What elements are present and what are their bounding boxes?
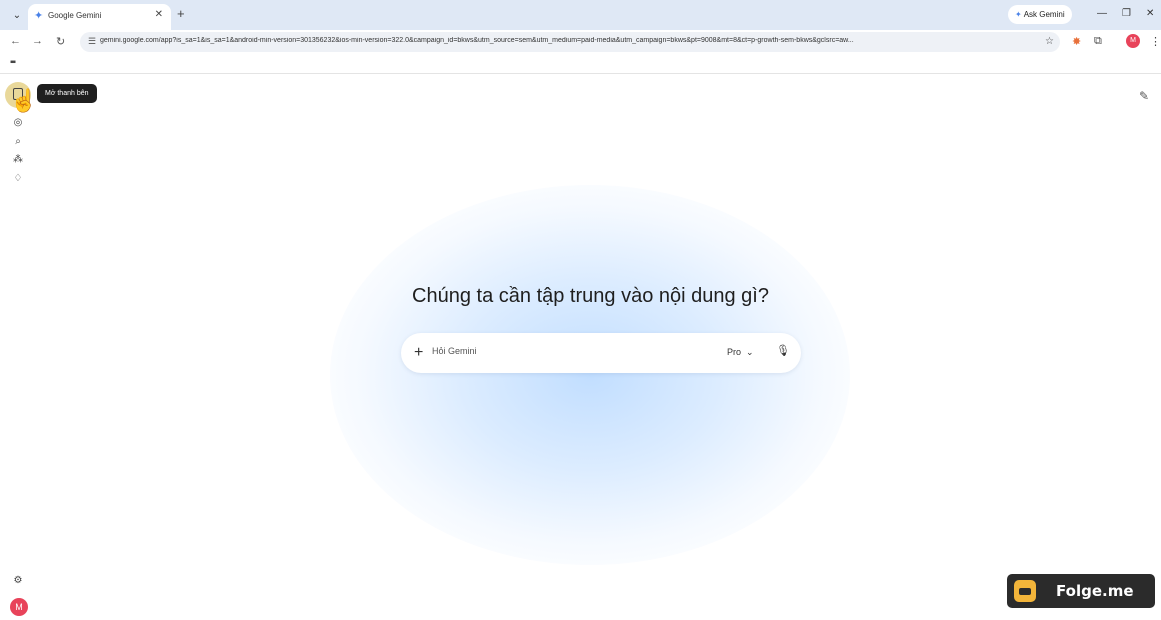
chevron-down-icon: ⌄ (746, 347, 754, 357)
new-chat-icon[interactable]: ◎ (10, 115, 26, 131)
url-text[interactable]: gemini.google.com/app?is_sa=1&is_sa=1&an… (100, 37, 1020, 44)
restore-icon[interactable]: ❐ (1122, 8, 1131, 19)
plus-icon[interactable]: + (414, 343, 423, 363)
sidebar-tooltip: Mở thanh bên (37, 84, 97, 103)
back-arrow-icon[interactable]: ← (10, 35, 21, 47)
ask-gemini-button[interactable]: ✦ Ask Gemini (1008, 5, 1072, 24)
ask-gemini-label: Ask Gemini (1023, 10, 1065, 19)
profile-avatar[interactable]: M (1126, 34, 1140, 48)
watermark-text: Folge.me (1056, 582, 1134, 600)
bookmark-star-icon[interactable]: ☆ (1045, 36, 1054, 47)
gemini-app: Mở thanh bên ☝ ◎ ⌕ ⁂ ♢ ✎ ⚙ M Chúng ta cầ… (0, 75, 1161, 620)
avatar[interactable]: M (10, 598, 28, 616)
prompt-box: + Pro ⌄ 🎙 (401, 333, 801, 373)
forward-arrow-icon[interactable]: → (32, 35, 43, 47)
folge-logo-icon (1014, 580, 1036, 602)
close-icon[interactable]: ✕ (155, 9, 163, 20)
diamond-icon[interactable]: ♢ (10, 171, 26, 187)
hand-cursor-icon: ☝ (10, 88, 38, 113)
address-bar[interactable]: ☰ gemini.google.com/app?is_sa=1&is_sa=1&… (80, 32, 1060, 52)
edit-pencil-icon[interactable]: ✎ (1139, 89, 1149, 103)
browser-menu-icon[interactable]: ⋮ (1150, 35, 1161, 48)
apps-grid-icon[interactable]: ▪▪ (10, 57, 16, 68)
browser-tab-strip: ⌄ ✦ Google Gemini ✕ + ✦ Ask Gemini — ❐ ✕ (0, 0, 1161, 30)
microphone-icon[interactable]: 🎙 (776, 344, 790, 357)
extension-icon[interactable]: ✸ (1072, 35, 1081, 48)
gems-grid-icon[interactable]: ⁂ (10, 152, 26, 168)
minimize-icon[interactable]: — (1097, 8, 1107, 19)
site-info-icon[interactable]: ☰ (88, 36, 96, 47)
search-icon[interactable]: ⌕ (10, 134, 26, 150)
reload-icon[interactable]: ↻ (56, 35, 65, 48)
model-label: Pro (727, 347, 742, 357)
chevron-down-icon[interactable]: ⌄ (8, 8, 26, 24)
background-glow (330, 185, 850, 565)
folge-watermark: Folge.me (1007, 574, 1155, 608)
model-selector[interactable]: Pro ⌄ (727, 347, 754, 358)
tab-google-gemini[interactable]: ✦ Google Gemini ✕ (28, 4, 171, 30)
page-title: Chúng ta cần tập trung vào nội dung gì? (412, 285, 769, 307)
browser-toolbar: ← → ↻ ☰ gemini.google.com/app?is_sa=1&is… (0, 30, 1161, 54)
settings-gear-icon[interactable]: ⚙ (10, 573, 26, 589)
bookmarks-bar: ▪▪ (0, 54, 1161, 74)
close-window-icon[interactable]: ✕ (1146, 8, 1154, 19)
new-tab-button[interactable]: + (177, 6, 185, 21)
tab-title: Google Gemini (48, 11, 102, 20)
gemini-spark-icon: ✦ (34, 10, 44, 22)
extensions-puzzle-icon[interactable]: ⧉ (1094, 35, 1102, 48)
prompt-input[interactable] (432, 346, 682, 356)
gemini-spark-icon: ✦ (1015, 10, 1022, 19)
